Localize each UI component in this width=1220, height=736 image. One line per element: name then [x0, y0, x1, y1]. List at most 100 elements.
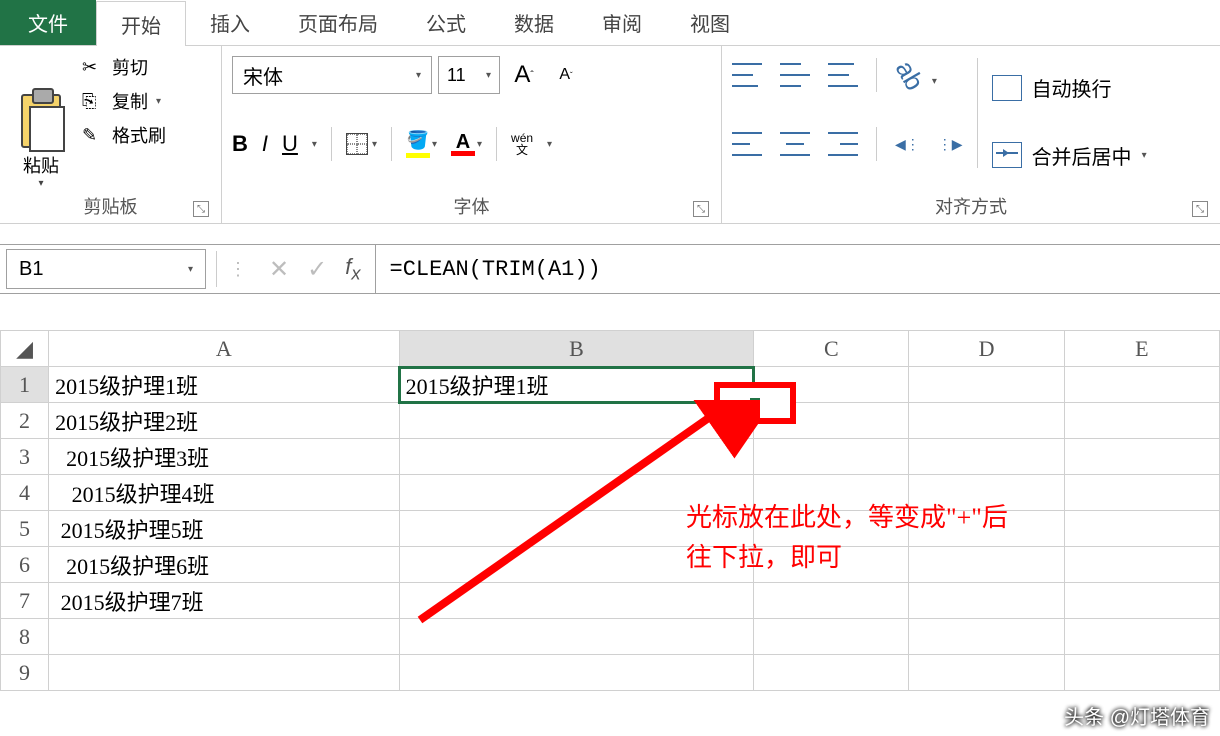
wrap-text-label: 自动换行	[1032, 73, 1112, 102]
borders-button[interactable]: ▾	[346, 133, 377, 155]
row-header-2[interactable]: 2	[1, 403, 49, 439]
paste-button[interactable]: 粘贴 ▾	[10, 54, 72, 189]
brush-icon: ✎	[82, 125, 104, 146]
orientation-icon: ab	[889, 55, 930, 96]
cell-A1[interactable]: 2015级护理1班	[49, 367, 400, 403]
decrease-indent-button[interactable]: ◀⋮	[895, 136, 920, 153]
cell-A2[interactable]: 2015级护理2班	[49, 403, 400, 439]
cell-reference: B1	[19, 258, 43, 281]
cancel-formula-button[interactable]: ✕	[269, 255, 289, 284]
cell-A4[interactable]: 2015级护理4班	[49, 475, 400, 511]
align-left-button[interactable]	[732, 132, 762, 156]
tab-file[interactable]: 文件	[0, 0, 96, 45]
tab-view[interactable]: 视图	[666, 0, 754, 45]
formula-input[interactable]: =CLEAN(TRIM(A1))	[375, 245, 1220, 293]
row-header-1[interactable]: 1	[1, 367, 49, 403]
font-family-value: 宋体	[243, 61, 283, 90]
tab-home[interactable]: 开始	[96, 1, 186, 46]
row-header-8[interactable]: 8	[1, 619, 49, 655]
row-header-9[interactable]: 9	[1, 655, 49, 691]
alignment-group-label: 对齐方式 ⤡	[732, 189, 1210, 219]
grid[interactable]: ◢ A B C D E 1 2015级护理1班 2015级护理1班 22015级…	[0, 330, 1220, 691]
cell-B2[interactable]	[399, 403, 754, 439]
formula-text: =CLEAN(TRIM(A1))	[390, 257, 601, 282]
format-painter-label: 格式刷	[112, 122, 166, 148]
select-all-corner[interactable]: ◢	[1, 331, 49, 367]
font-color-button[interactable]: A ▾	[451, 133, 482, 156]
wrap-text-icon	[992, 75, 1022, 101]
cell-A3[interactable]: 2015级护理3班	[49, 439, 400, 475]
tab-data[interactable]: 数据	[490, 0, 578, 45]
fill-handle-callout	[714, 382, 796, 424]
font-color-icon: A	[456, 133, 470, 151]
orientation-button[interactable]: ab▾	[895, 60, 937, 91]
enter-formula-button[interactable]: ✓	[307, 255, 327, 284]
underline-button[interactable]: U	[282, 131, 298, 157]
row-header-7[interactable]: 7	[1, 583, 49, 619]
font-dialog-launcher[interactable]: ⤡	[693, 201, 709, 217]
font-size-value: 11	[447, 65, 466, 86]
merge-icon	[992, 142, 1022, 168]
font-family-select[interactable]: 宋体▾	[232, 56, 432, 94]
italic-button[interactable]: I	[262, 131, 268, 157]
annotation-line2: 往下拉，即可	[686, 538, 1008, 578]
col-header-D[interactable]: D	[909, 331, 1064, 367]
font-size-select[interactable]: 11▾	[438, 56, 500, 94]
cell-A5[interactable]: 2015级护理5班	[49, 511, 400, 547]
align-bottom-button[interactable]	[828, 63, 858, 87]
row-header-6[interactable]: 6	[1, 547, 49, 583]
align-top-button[interactable]	[732, 63, 762, 87]
clipboard-icon	[21, 94, 61, 148]
merge-center-button[interactable]: 合并后居中 ▾	[992, 134, 1147, 176]
merge-label: 合并后居中	[1032, 141, 1132, 170]
scissors-icon: ✂	[82, 57, 104, 78]
align-center-button[interactable]	[780, 132, 810, 156]
cell-A6[interactable]: 2015级护理6班	[49, 547, 400, 583]
row-header-4[interactable]: 4	[1, 475, 49, 511]
ribbon-tab-bar: 文件 开始 插入 页面布局 公式 数据 审阅 视图	[0, 0, 1220, 46]
fill-color-button[interactable]: 🪣 ▾	[406, 130, 437, 158]
col-header-B[interactable]: B	[399, 331, 754, 367]
cell-B1[interactable]: 2015级护理1班	[399, 367, 754, 403]
col-header-A[interactable]: A	[49, 331, 400, 367]
formula-bar: B1 ▾ ⋮ ✕ ✓ fx =CLEAN(TRIM(A1))	[0, 244, 1220, 294]
font-group-label: 字体 ⤡	[232, 189, 711, 219]
paste-dropdown[interactable]: ▾	[38, 178, 43, 189]
tab-insert[interactable]: 插入	[186, 0, 274, 45]
copy-icon: ⎘	[82, 91, 104, 112]
border-icon	[346, 133, 368, 155]
phonetic-guide-button[interactable]: wén 文	[511, 132, 533, 156]
row-header-5[interactable]: 5	[1, 511, 49, 547]
increase-indent-button[interactable]: ⋮▶	[938, 136, 963, 153]
col-header-E[interactable]: E	[1064, 331, 1219, 367]
cell-D1[interactable]	[909, 367, 1064, 403]
cut-button[interactable]: ✂ 剪切	[82, 54, 166, 80]
bold-button[interactable]: B	[232, 131, 248, 157]
tab-review[interactable]: 审阅	[578, 0, 666, 45]
paint-bucket-icon: 🪣	[407, 130, 429, 151]
annotation-line1: 光标放在此处，等变成"+"后	[686, 498, 1008, 538]
fill-handle-icon	[750, 398, 760, 408]
alignment-dialog-launcher[interactable]: ⤡	[1192, 201, 1208, 217]
tab-page-layout[interactable]: 页面布局	[274, 0, 402, 45]
annotation-text: 光标放在此处，等变成"+"后 往下拉，即可	[686, 498, 1008, 578]
decrease-font-button[interactable]: Aˇ	[548, 56, 584, 94]
copy-button[interactable]: ⎘ 复制 ▾	[82, 88, 166, 114]
spreadsheet: ◢ A B C D E 1 2015级护理1班 2015级护理1班 22015级…	[0, 330, 1220, 691]
fx-icon[interactable]: fx	[345, 254, 360, 284]
name-box[interactable]: B1 ▾	[6, 249, 206, 289]
tab-formulas[interactable]: 公式	[402, 0, 490, 45]
cut-label: 剪切	[112, 54, 148, 80]
align-middle-button[interactable]	[780, 63, 810, 87]
cell-A7[interactable]: 2015级护理7班	[49, 583, 400, 619]
row-header-3[interactable]: 3	[1, 439, 49, 475]
increase-font-button[interactable]: Aˆ	[506, 56, 542, 94]
align-right-button[interactable]	[828, 132, 858, 156]
cell-E1[interactable]	[1064, 367, 1219, 403]
clipboard-group-label: 剪贴板 ⤡	[10, 189, 211, 219]
format-painter-button[interactable]: ✎ 格式刷	[82, 122, 166, 148]
paste-label: 粘贴	[23, 152, 59, 178]
clipboard-dialog-launcher[interactable]: ⤡	[193, 201, 209, 217]
col-header-C[interactable]: C	[754, 331, 909, 367]
wrap-text-button[interactable]: 自动换行	[992, 67, 1147, 109]
